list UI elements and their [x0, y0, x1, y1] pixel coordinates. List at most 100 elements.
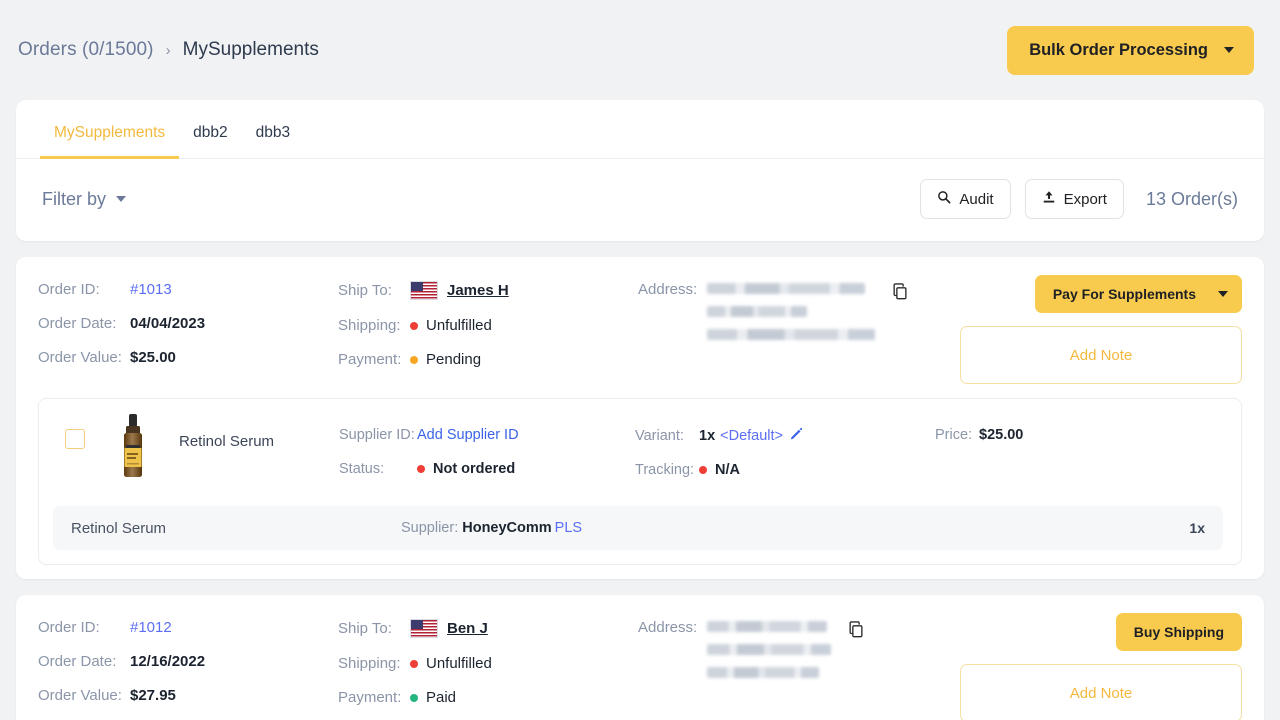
- product-status-value: Not ordered: [433, 461, 516, 477]
- supplier-tag-link[interactable]: PLS: [555, 520, 582, 536]
- add-note-button[interactable]: Add Note: [960, 326, 1242, 384]
- filter-by-dropdown[interactable]: Filter by: [42, 188, 127, 210]
- order-value-row: Order Value: $25.00: [38, 349, 338, 366]
- address-line: [707, 644, 832, 655]
- payment-status-row: Payment: Paid: [338, 689, 638, 706]
- order-id-label: Order ID:: [38, 281, 100, 298]
- shipping-column: Ship To: James H Shipping: Unfulfilled P…: [338, 275, 638, 368]
- supplier-bar-qty: 1x: [1189, 520, 1205, 536]
- supplier-label: Supplier:: [401, 520, 459, 536]
- order-date-row: Order Date: 04/04/2023: [38, 315, 338, 332]
- tab-dbb2[interactable]: dbb2: [179, 114, 241, 159]
- order-id-link[interactable]: #1012: [130, 619, 172, 636]
- chevron-down-icon: [1218, 291, 1228, 297]
- order-id-link[interactable]: #1013: [130, 281, 172, 298]
- product-block: Retinol Serum Supplier ID: Add Supplier …: [38, 398, 1242, 565]
- order-value-row: Order Value: $27.95: [38, 687, 338, 704]
- order-card: Order ID: #1012 Order Date: 12/16/2022 O…: [16, 595, 1264, 720]
- ship-to-label: Ship To:: [338, 620, 392, 637]
- bulk-order-processing-button[interactable]: Bulk Order Processing: [1007, 25, 1254, 75]
- address-label: Address:: [638, 619, 698, 636]
- shipping-label: Shipping:: [338, 317, 401, 334]
- tab-dbb3[interactable]: dbb3: [242, 114, 304, 159]
- upload-icon: [1042, 190, 1056, 208]
- export-label: Export: [1063, 190, 1107, 208]
- status-dot-icon: [417, 465, 425, 473]
- product-name: Retinol Serum: [179, 433, 275, 450]
- supplier-bar: Retinol Serum Supplier: HoneyComm PLS 1x: [53, 506, 1223, 550]
- supplier-id-label: Supplier ID:: [339, 427, 415, 443]
- order-count: 13 Order(s): [1145, 188, 1238, 209]
- address-line: [707, 667, 820, 678]
- ship-to-row: Ship To: Ben J: [338, 619, 638, 638]
- order-date-row: Order Date: 12/16/2022: [38, 653, 338, 670]
- variant-name-link[interactable]: <Default>: [720, 428, 783, 444]
- order-id-row: Order ID: #1012: [38, 619, 338, 636]
- variant-row: Variant: 1x <Default>: [635, 427, 935, 444]
- order-date-label: Order Date:: [38, 653, 117, 670]
- supplier-bar-product-name: Retinol Serum: [71, 519, 167, 537]
- address-column: Address:: [638, 275, 938, 340]
- product-status-row: Status: Not ordered: [339, 461, 635, 477]
- status-dot-icon: [410, 321, 418, 330]
- shipping-status-value: Unfulfilled: [426, 317, 492, 334]
- add-supplier-id-link[interactable]: Add Supplier ID: [417, 427, 519, 443]
- address-label: Address:: [638, 281, 698, 298]
- shipping-status-row: Shipping: Unfulfilled: [338, 317, 638, 334]
- us-flag-icon: [410, 619, 438, 638]
- edit-pencil-icon[interactable]: [790, 427, 803, 444]
- order-id-row: Order ID: #1013: [38, 281, 338, 298]
- orders-page: Orders (0/1500) › MySupplements Bulk Ord…: [0, 0, 1280, 720]
- add-note-button[interactable]: Add Note: [960, 664, 1242, 720]
- order-meta-column: Order ID: #1013 Order Date: 04/04/2023 O…: [38, 275, 338, 366]
- pay-for-supplements-label: Pay For Supplements: [1052, 286, 1196, 302]
- ship-to-label: Ship To:: [338, 282, 392, 299]
- variant-quantity: 1x: [699, 427, 716, 444]
- breadcrumb-orders-link[interactable]: Orders (0/1500): [18, 39, 154, 61]
- tabs-card: MySupplements dbb2 dbb3 Filter by Audit: [16, 100, 1264, 241]
- price-value: $25.00: [979, 427, 1024, 443]
- shipping-status-value: Unfulfilled: [426, 655, 492, 672]
- tracking-value: N/A: [715, 462, 740, 478]
- payment-label: Payment:: [338, 351, 402, 368]
- address-line: [707, 621, 828, 632]
- pay-for-supplements-button[interactable]: Pay For Supplements: [1034, 275, 1242, 313]
- copy-icon[interactable]: [891, 281, 909, 340]
- order-card: Order ID: #1013 Order Date: 04/04/2023 O…: [16, 257, 1264, 579]
- tab-mysupplements[interactable]: MySupplements: [40, 114, 180, 159]
- payment-status-value: Paid: [426, 689, 457, 706]
- us-flag-icon: [410, 281, 438, 300]
- payment-status-value: Pending: [426, 351, 482, 368]
- address-redacted: [707, 281, 876, 340]
- toolbar-actions: Audit Export 13 Order(s): [920, 179, 1238, 219]
- audit-button[interactable]: Audit: [920, 179, 1011, 219]
- copy-icon[interactable]: [847, 619, 865, 678]
- ship-to-name[interactable]: Ben J: [447, 620, 488, 637]
- tracking-label: Tracking:: [635, 462, 695, 478]
- product-row: Retinol Serum Supplier ID: Add Supplier …: [53, 413, 1223, 496]
- order-value-amount: $25.00: [130, 349, 176, 366]
- payment-status-row: Payment: Pending: [338, 351, 638, 368]
- order-value-label: Order Value:: [38, 687, 122, 704]
- address-column: Address:: [638, 613, 938, 678]
- top-bar: Orders (0/1500) › MySupplements Bulk Ord…: [0, 0, 1280, 100]
- buy-shipping-button[interactable]: Buy Shipping: [1115, 613, 1242, 651]
- address-line: [707, 283, 866, 294]
- breadcrumb: Orders (0/1500) › MySupplements: [18, 39, 319, 61]
- export-button[interactable]: Export: [1024, 179, 1124, 219]
- order-header: Order ID: #1013 Order Date: 04/04/2023 O…: [38, 275, 1242, 384]
- payment-label: Payment:: [338, 689, 402, 706]
- product-checkbox[interactable]: [65, 429, 85, 449]
- breadcrumb-separator-icon: ›: [165, 41, 171, 59]
- status-dot-icon: [410, 693, 418, 702]
- supplier-id-row: Supplier ID: Add Supplier ID: [339, 427, 635, 443]
- chevron-down-icon: [116, 196, 127, 202]
- ship-to-name[interactable]: James H: [447, 282, 509, 299]
- product-price-column: Price: $25.00: [935, 413, 1223, 461]
- order-id-label: Order ID:: [38, 619, 100, 636]
- search-icon: [937, 190, 951, 208]
- order-header: Order ID: #1012 Order Date: 12/16/2022 O…: [38, 613, 1242, 720]
- product-variant-column: Variant: 1x <Default> Tracking: N/A: [635, 413, 935, 496]
- filter-by-label: Filter by: [42, 188, 107, 209]
- price-label: Price:: [935, 427, 973, 443]
